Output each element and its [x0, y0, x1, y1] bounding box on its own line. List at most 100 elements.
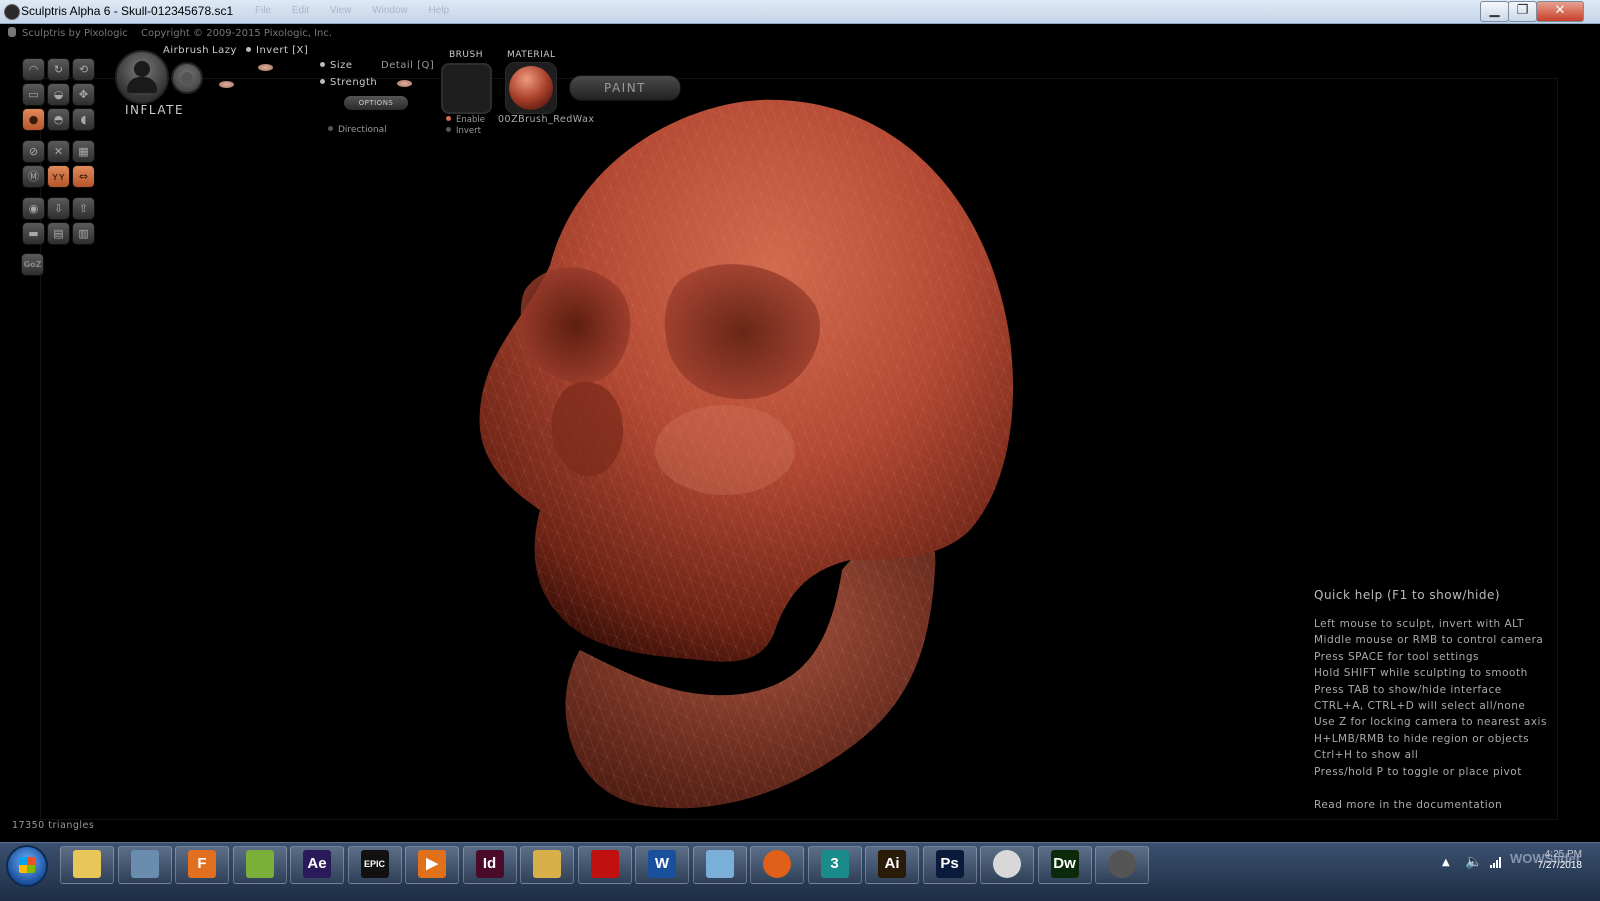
- symmetry-icon[interactable]: ⊘: [22, 140, 45, 163]
- taskbar-word-button[interactable]: W: [635, 846, 689, 884]
- brush-invert-dot-icon: [446, 127, 451, 132]
- enable-dot-icon: [446, 116, 451, 121]
- quick-help-title: Quick help (F1 to show/hide): [1314, 588, 1501, 602]
- taskbar-3d-viewer-button[interactable]: [117, 846, 172, 884]
- plane-icon[interactable]: ▬: [22, 222, 45, 245]
- ghost-menu: File Edit View Window Help: [255, 5, 450, 16]
- flatten-icon[interactable]: ▭: [22, 83, 45, 106]
- indesign-icon: Id: [475, 850, 504, 878]
- quick-help-line: Press SPACE for tool settings: [1314, 650, 1479, 663]
- volume-icon[interactable]: 🔈: [1465, 854, 1482, 870]
- flash-builder-icon: F: [188, 850, 216, 878]
- taskbar-media-player-button[interactable]: ▶: [405, 846, 459, 884]
- options-button[interactable]: OPTIONS: [344, 96, 408, 110]
- brush-falloff-icon[interactable]: [171, 62, 203, 94]
- size-toggle[interactable]: Size: [320, 60, 353, 71]
- taskbar-acrobat-button[interactable]: [577, 846, 632, 884]
- airbrush-label[interactable]: Airbrush: [163, 45, 209, 56]
- mirror-icon[interactable]: ʏʏ: [47, 165, 70, 188]
- crease-icon[interactable]: ↻: [47, 58, 70, 81]
- taskbar-file-explorer-button[interactable]: [60, 846, 114, 884]
- quick-help-line: Press TAB to show/hide interface: [1314, 683, 1502, 696]
- 3ds-max-icon: 3: [820, 850, 849, 878]
- quick-help-line: Press/hold P to toggle or place pivot: [1314, 765, 1522, 778]
- taskbar-3ds-max-button[interactable]: 3: [807, 846, 862, 884]
- import-icon[interactable]: ⇩: [47, 197, 70, 220]
- taskbar-after-effects-button[interactable]: Ae: [290, 846, 344, 884]
- taskbar-flash-builder-button[interactable]: F: [175, 846, 229, 884]
- taskbar-indesign-button[interactable]: Id: [462, 846, 517, 884]
- detail-label[interactable]: Detail [Q]: [381, 60, 434, 71]
- folder-icon: [533, 850, 561, 878]
- load-icon[interactable]: ▥: [72, 222, 95, 245]
- save-icon[interactable]: ▤: [47, 222, 70, 245]
- wireframe-icon[interactable]: ✕: [47, 140, 70, 163]
- reduce-icon[interactable]: ◖: [72, 108, 95, 131]
- taskbar-dreamweaver-button[interactable]: Dw: [1037, 846, 1092, 884]
- directional-toggle[interactable]: Directional: [328, 125, 387, 135]
- quick-help-line: Use Z for locking camera to nearest axis: [1314, 716, 1547, 729]
- taskbar-sticky-app-button[interactable]: [232, 846, 287, 884]
- window-title-bar: Sculptris Alpha 6 - Skull-012345678.sc1 …: [0, 0, 1600, 24]
- goz-button[interactable]: GoZ: [21, 253, 44, 276]
- taskbar-folder-button[interactable]: [520, 846, 574, 884]
- taskbar-photo-viewer-button[interactable]: [692, 846, 747, 884]
- show-hidden-icons-icon[interactable]: ▲: [1442, 857, 1450, 868]
- quick-help-line: Middle mouse or RMB to control camera: [1314, 634, 1544, 647]
- window-title: Sculptris Alpha 6 - Skull-012345678.sc1: [21, 4, 234, 18]
- taskbar-epic-games-button[interactable]: EPIC: [347, 846, 402, 884]
- documentation-link[interactable]: Read more in the documentation: [1314, 799, 1584, 811]
- mask-icon[interactable]: Ⓜ: [22, 165, 45, 188]
- inflate-brush-icon[interactable]: [115, 50, 169, 104]
- after-effects-icon: Ae: [303, 850, 331, 878]
- epic-games-icon: EPIC: [360, 850, 389, 878]
- skull-model[interactable]: [470, 90, 1030, 820]
- draw-icon[interactable]: ◠: [22, 58, 45, 81]
- minimize-button[interactable]: ▁: [1480, 1, 1509, 22]
- taskbar-photoshop-button[interactable]: Ps: [922, 846, 977, 884]
- smooth-icon[interactable]: ◓: [47, 108, 70, 131]
- brush-label: BRUSH: [449, 50, 483, 60]
- lazy-label[interactable]: Lazy: [212, 45, 237, 56]
- invert-slider[interactable]: [258, 64, 273, 71]
- swap-icon[interactable]: ⇔: [72, 165, 95, 188]
- wowslider-watermark: WOWSlider: [1510, 851, 1581, 866]
- taskbar-firefox-button[interactable]: [750, 846, 804, 884]
- photo-viewer-icon: [705, 850, 734, 878]
- taskbar-illustrator-button[interactable]: Ai: [865, 846, 919, 884]
- quick-help-lines: Left mouse to sculpt, invert with ALT Mid…: [1314, 618, 1584, 782]
- quick-help-line: Left mouse to sculpt, invert with ALT: [1314, 618, 1524, 630]
- inflate-icon[interactable]: ●: [22, 108, 45, 131]
- media-player-icon: ▶: [418, 850, 446, 878]
- close-button[interactable]: ✕: [1536, 1, 1584, 22]
- sculptris-icon: [1108, 850, 1136, 878]
- strength-toggle[interactable]: Strength: [320, 77, 377, 88]
- strength-slider[interactable]: [397, 80, 412, 87]
- sphere-icon[interactable]: ◉: [22, 197, 45, 220]
- windows-taskbar: F Ae EPIC ▶ Id W 3 Ai Ps Dw ▲ 🔈 4:25 PM 7/27/2018…: [0, 842, 1600, 901]
- sculptris-app-icon[interactable]: [4, 4, 20, 20]
- quick-help-panel: Quick help (F1 to show/hide) Left mouse …: [1314, 588, 1584, 811]
- start-button[interactable]: [6, 845, 48, 887]
- triangle-count: 17350 triangles: [12, 820, 95, 831]
- taskbar-sculptris-button[interactable]: [1095, 846, 1149, 884]
- lazy-slider[interactable]: [219, 81, 234, 88]
- rotate-icon[interactable]: ⟲: [72, 58, 95, 81]
- network-signal-icon[interactable]: [1490, 856, 1504, 868]
- illustrator-icon: Ai: [878, 850, 906, 878]
- export-icon[interactable]: ⇧: [72, 197, 95, 220]
- invert-toggle[interactable]: Invert [X]: [246, 45, 308, 56]
- file-explorer-icon: [73, 850, 101, 878]
- quick-help-line: CTRL+A, CTRL+D will select all/none: [1314, 699, 1526, 712]
- maximize-button[interactable]: ❐: [1508, 1, 1537, 22]
- material-label: MATERIAL: [507, 50, 556, 60]
- app-header: Sculptris by Pixologic Copyright © 2009-…: [8, 27, 342, 39]
- chrome-icon: [993, 850, 1021, 878]
- sticky-app-icon: [245, 850, 274, 878]
- taskbar-chrome-button[interactable]: [980, 846, 1034, 884]
- directional-dot-icon: [328, 126, 333, 131]
- firefox-icon: [763, 850, 791, 878]
- grid-icon[interactable]: ▦: [72, 140, 95, 163]
- grab-icon[interactable]: ✥: [72, 83, 95, 106]
- pinch-icon[interactable]: ◒: [47, 83, 70, 106]
